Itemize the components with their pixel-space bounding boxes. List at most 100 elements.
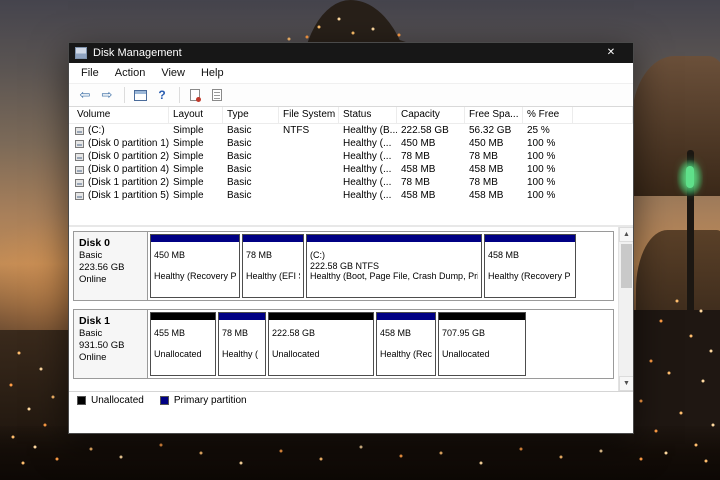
partition[interactable]: 78 MB Healthy (EFI S — [242, 234, 304, 298]
partition-line-2 — [488, 261, 572, 272]
column-filler — [573, 107, 633, 124]
volume-capacity: 450 MB — [401, 138, 436, 149]
partition-status: Healthy (EFI S — [246, 271, 300, 281]
partition-color-bar — [377, 313, 435, 320]
volume-row[interactable]: (Disk 0 partition 2) Simple Basic Health… — [69, 150, 633, 163]
back-icon[interactable]: ⇦ — [75, 85, 95, 105]
menu-view[interactable]: View — [153, 63, 193, 83]
partition-line-1: 455 MB — [154, 328, 186, 338]
vertical-scrollbar[interactable]: ▲ ▼ — [618, 227, 633, 391]
title-bar[interactable]: Disk Management ✕ — [69, 43, 633, 63]
column-free-space[interactable]: Free Spa... — [465, 107, 523, 124]
partition-c-drive[interactable]: (C:) 222.58 GB NTFS Healthy (Boot, Page … — [306, 234, 482, 298]
legend-primary-partition: Primary partition — [159, 395, 247, 406]
column-layout[interactable]: Layout — [169, 107, 223, 124]
volume-type: Basic — [227, 125, 252, 136]
partition[interactable]: 458 MB Healthy (Recovery P — [484, 234, 576, 298]
forward-icon[interactable]: ⇨ — [97, 85, 117, 105]
partition-status: Healthy (Reco — [380, 349, 432, 359]
volume-free: 78 MB — [469, 177, 498, 188]
volume-name: (Disk 0 partition 1) — [88, 138, 169, 149]
partition-color-bar — [439, 313, 525, 320]
help-icon[interactable]: ? — [152, 85, 172, 105]
partition-line-2 — [246, 261, 300, 272]
volume-layout: Simple — [173, 151, 204, 162]
legend-label: Primary partition — [173, 395, 247, 406]
partition-unallocated[interactable]: 222.58 GB Unallocated — [268, 312, 374, 376]
volume-type: Basic — [227, 164, 252, 175]
volume-free: 458 MB — [469, 164, 504, 175]
volume-pct-free: 100 % — [527, 190, 556, 201]
volume-capacity: 458 MB — [401, 190, 436, 201]
volume-status: Healthy (... — [343, 190, 392, 201]
menu-action[interactable]: Action — [107, 63, 154, 83]
volume-row[interactable]: (Disk 0 partition 4) Simple Basic Health… — [69, 163, 633, 176]
volume-free: 450 MB — [469, 138, 504, 149]
close-button[interactable]: ✕ — [589, 43, 633, 63]
volume-icon — [75, 139, 84, 148]
volume-row[interactable]: (Disk 1 partition 5) Simple Basic Health… — [69, 189, 633, 202]
scroll-up-icon[interactable]: ▲ — [619, 227, 633, 242]
partition[interactable]: 450 MB Healthy (Recovery P — [150, 234, 240, 298]
volume-layout: Simple — [173, 177, 204, 188]
rescan-disks-icon[interactable] — [207, 85, 227, 105]
column-status[interactable]: Status — [339, 107, 397, 124]
partition[interactable]: 458 MB Healthy (Reco — [376, 312, 436, 376]
toolbar: ⇦ ⇨ ? — [69, 83, 633, 107]
menu-help[interactable]: Help — [193, 63, 232, 83]
menu-bar: File Action View Help — [69, 63, 633, 83]
volume-row[interactable]: (Disk 1 partition 2) Simple Basic Health… — [69, 176, 633, 189]
volume-name: (Disk 1 partition 5) — [88, 190, 169, 201]
column-pct-free[interactable]: % Free — [523, 107, 573, 124]
volume-free: 78 MB — [469, 151, 498, 162]
disk-1-header[interactable]: Disk 1 Basic 931.50 GB Online — [74, 310, 148, 378]
column-volume[interactable]: Volume — [69, 107, 169, 124]
disk-type: Basic — [79, 250, 103, 261]
volume-row[interactable]: (Disk 0 partition 1) Simple Basic Health… — [69, 137, 633, 150]
partition-color-bar — [307, 235, 481, 242]
volume-free: 458 MB — [469, 190, 504, 201]
unallocated-swatch — [77, 396, 86, 405]
volume-layout: Simple — [173, 138, 204, 149]
partition-status: Unallocated — [154, 349, 202, 359]
app-icon — [75, 47, 87, 59]
menu-file[interactable]: File — [73, 63, 107, 83]
volume-list: Volume Layout Type File System Status Ca… — [69, 107, 633, 225]
legend-unallocated: Unallocated — [77, 395, 144, 406]
disk-0-row: Disk 0 Basic 223.56 GB Online 450 MB Hea… — [73, 231, 614, 301]
column-capacity[interactable]: Capacity — [397, 107, 465, 124]
disk-size: 223.56 GB — [79, 262, 125, 273]
partition-line-2 — [222, 339, 262, 350]
volume-capacity: 458 MB — [401, 164, 436, 175]
disk-0-partitions: 450 MB Healthy (Recovery P 78 MB Healthy… — [148, 232, 613, 300]
partition-unallocated[interactable]: 455 MB Unallocated — [150, 312, 216, 376]
partition-line-1: 78 MB — [246, 250, 273, 260]
column-type[interactable]: Type — [223, 107, 279, 124]
console-tree-icon[interactable] — [130, 85, 150, 105]
column-file-system[interactable]: File System — [279, 107, 339, 124]
volume-capacity: 78 MB — [401, 151, 430, 162]
scrollbar-thumb[interactable] — [621, 244, 632, 288]
partition-unallocated[interactable]: 707.95 GB Unallocated — [438, 312, 526, 376]
volume-name: (C:) — [88, 125, 105, 136]
document-lines-icon — [212, 89, 222, 101]
partition-line-1: 458 MB — [380, 328, 412, 338]
scroll-down-icon[interactable]: ▼ — [619, 376, 633, 391]
volume-icon — [75, 152, 84, 161]
volume-row[interactable]: (C:) Simple Basic NTFS Healthy (B... 222… — [69, 124, 633, 137]
partition-color-bar — [151, 235, 239, 242]
partition-line-1: 222.58 GB — [272, 328, 316, 338]
graphical-view: Disk 0 Basic 223.56 GB Online 450 MB Hea… — [69, 225, 633, 391]
volume-fs: NTFS — [283, 125, 310, 136]
partition-status: Unallocated — [442, 349, 490, 359]
properties-icon[interactable] — [185, 85, 205, 105]
partition-status: Healthy (Recovery P — [154, 271, 236, 281]
partition[interactable]: 78 MB Healthy ( — [218, 312, 266, 376]
partition-line-1: 450 MB — [154, 250, 186, 260]
partition-line-2 — [154, 339, 212, 350]
disk-type: Basic — [79, 328, 103, 339]
volume-pct-free: 100 % — [527, 177, 556, 188]
volume-layout: Simple — [173, 125, 204, 136]
disk-0-header[interactable]: Disk 0 Basic 223.56 GB Online — [74, 232, 148, 300]
partition-line-2 — [380, 339, 432, 350]
